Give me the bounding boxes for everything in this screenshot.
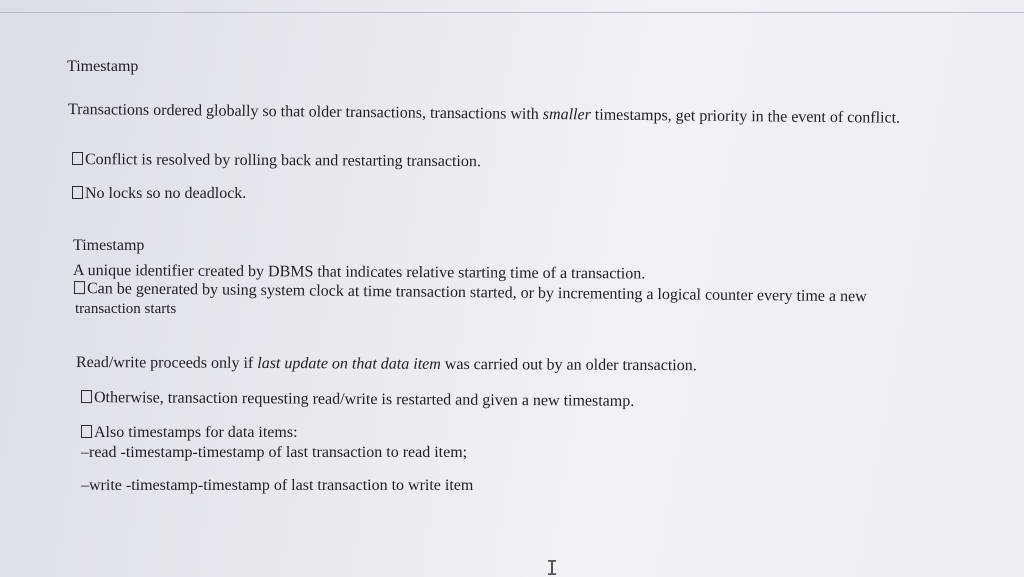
heading-timestamp-2: Timestamp (73, 237, 145, 254)
bullet-no-locks-text: No locks so no deadlock. (85, 185, 247, 202)
bullet-generation: Can be generated by using system clock a… (73, 280, 867, 306)
bullet-conflict-resolution: Conflict is resolved by rolling back and… (71, 151, 481, 171)
bullet-box-icon (72, 186, 83, 199)
paragraph-read-write: Read/write proceeds only if last update … (76, 354, 697, 375)
paragraph-ordering: Transactions ordered globally so that ol… (68, 101, 900, 128)
bullet-generation-continued: transaction starts (75, 301, 177, 317)
bullet-data-item-text: Also timestamps for data items: (94, 424, 298, 441)
bullet-otherwise-text: Otherwise, transaction requesting read/w… (93, 389, 635, 410)
paragraph-read-write-text-2: was carried out by an older transaction. (440, 355, 697, 375)
bullet-data-item-timestamps: Also timestamps for data items: (81, 424, 298, 442)
bullet-no-locks: No locks so no deadlock. (72, 185, 246, 203)
text-cursor-icon: I (546, 556, 559, 577)
bullet-box-icon (73, 281, 86, 295)
paragraph-ordering-text-2: timestamps, get priority in the event of… (590, 106, 901, 127)
paragraph-read-write-text-1: Read/write proceeds only if (75, 354, 258, 372)
bullet-box-icon (81, 425, 92, 438)
sub-item-read-timestamp: –read -timestamp-timestamp of last trans… (81, 444, 468, 461)
paragraph-ordering-text-1: Transactions ordered globally so that ol… (67, 101, 543, 123)
sub-item-write-timestamp: –write -timestamp-timestamp of last tran… (81, 477, 474, 494)
bullet-box-icon (80, 390, 93, 404)
paragraph-ordering-emphasis: smaller (542, 105, 591, 124)
bullet-generation-text: Can be generated by using system clock a… (86, 280, 867, 306)
top-divider (0, 12, 1024, 13)
bullet-conflict-text: Conflict is resolved by rolling back and… (84, 151, 481, 171)
bullet-otherwise: Otherwise, transaction requesting read/w… (80, 389, 635, 411)
heading-timestamp-1: Timestamp (67, 58, 139, 75)
paragraph-read-write-emphasis: last update on that data item (257, 354, 441, 373)
bullet-box-icon (71, 152, 84, 166)
